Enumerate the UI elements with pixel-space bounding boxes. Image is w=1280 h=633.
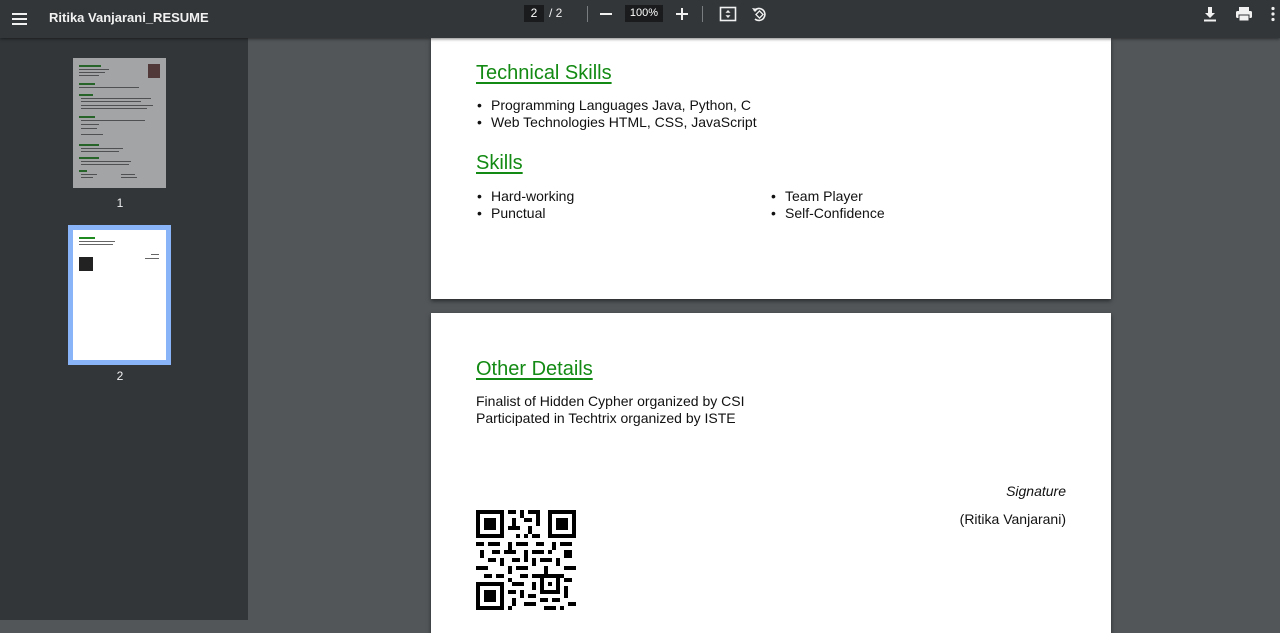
thumbnail-heading: [79, 237, 95, 239]
print-icon[interactable]: [1230, 0, 1258, 28]
thumbnail-line: [81, 174, 97, 175]
thumbnail-line: [81, 101, 141, 102]
document-title: Ritika Vanjarani_RESUME: [49, 10, 209, 25]
qr-code-icon: [476, 510, 576, 610]
zoom-in-icon[interactable]: [668, 0, 696, 28]
thumbnail-line: [121, 174, 135, 175]
skills-list-left: Hard-working Punctual: [476, 188, 574, 221]
other-details-line: Participated in Techtrix organized by IS…: [476, 410, 736, 426]
thumbnail-line: [81, 151, 119, 152]
thumbnail-line: [81, 105, 153, 106]
thumbnail-heading: [79, 157, 99, 159]
thumbnail-line: [151, 254, 159, 255]
technical-skills-list: Programming Languages Java, Python, C We…: [476, 97, 757, 130]
page-total: / 2: [549, 6, 563, 20]
other-details-heading: Other Details: [476, 358, 593, 380]
pdf-page-1: Technical Skills Programming Languages J…: [431, 36, 1111, 299]
thumbnail-label-2: 2: [116, 369, 124, 383]
thumbnail-line: [81, 148, 123, 149]
list-item: Web Technologies HTML, CSS, JavaScript: [476, 114, 757, 131]
download-icon[interactable]: [1196, 0, 1224, 28]
thumbnail-line: [79, 69, 109, 70]
list-item: Programming Languages Java, Python, C: [476, 97, 757, 114]
thumbnail-heading: [79, 65, 101, 67]
thumbnail-line: [79, 75, 99, 76]
thumbnail-line: [79, 87, 139, 88]
thumbnail-label-1: 1: [116, 196, 124, 210]
thumbnail-sidebar: 1 2: [0, 38, 248, 620]
other-details-line: Finalist of Hidden Cypher organized by C…: [476, 393, 745, 409]
rotate-icon[interactable]: [745, 0, 773, 28]
more-icon[interactable]: [1266, 0, 1280, 28]
thumbnail-heading: [79, 170, 87, 172]
thumbnail-line: [121, 177, 137, 178]
thumbnail-line: [81, 128, 97, 129]
skills-list-right: Team Player Self-Confidence: [770, 188, 885, 221]
thumbnail-line: [81, 134, 103, 135]
page-thumbnail-2[interactable]: [73, 230, 166, 360]
pdf-page-2: Other Details Finalist of Hidden Cypher …: [431, 313, 1111, 633]
thumbnail-line: [79, 244, 113, 245]
page-number-input[interactable]: 2: [524, 5, 544, 22]
fit-page-icon[interactable]: [714, 0, 742, 28]
list-item: Self-Confidence: [770, 205, 885, 222]
skills-heading: Skills: [476, 152, 523, 174]
technical-skills-heading: Technical Skills: [476, 62, 612, 84]
thumbnail-line: [81, 98, 151, 99]
thumbnail-heading: [79, 94, 93, 96]
thumbnail-heading: [79, 83, 95, 85]
signature-name: (Ritika Vanjarani): [959, 511, 1066, 527]
thumbnail-photo: [148, 64, 160, 78]
thumbnail-line: [81, 164, 129, 165]
thumbnail-qr: [79, 257, 93, 271]
list-item: Punctual: [476, 205, 574, 222]
thumbnail-line: [81, 120, 145, 121]
thumbnail-heading: [79, 144, 99, 146]
thumbnail-line: [145, 258, 159, 259]
thumbnail-line: [81, 177, 93, 178]
page-thumbnail-2-selected[interactable]: [68, 225, 171, 365]
pdf-toolbar: Ritika Vanjarani_RESUME 2 / 2 100%: [0, 0, 1280, 38]
thumbnail-line: [81, 161, 131, 162]
zoom-out-icon[interactable]: [592, 0, 620, 28]
list-item: Team Player: [770, 188, 885, 205]
page-thumbnail-1[interactable]: [73, 58, 166, 188]
zoom-level-input[interactable]: 100%: [625, 5, 663, 22]
list-item: Hard-working: [476, 188, 574, 205]
toolbar-divider: [702, 6, 703, 22]
toolbar-divider: [587, 6, 588, 22]
thumbnail-line: [79, 241, 115, 242]
menu-icon[interactable]: [6, 5, 34, 33]
signature-label: Signature: [1006, 483, 1066, 499]
thumbnail-line: [81, 108, 147, 109]
thumbnail-line: [81, 124, 99, 125]
thumbnail-line: [79, 72, 105, 73]
thumbnail-heading: [79, 116, 95, 118]
